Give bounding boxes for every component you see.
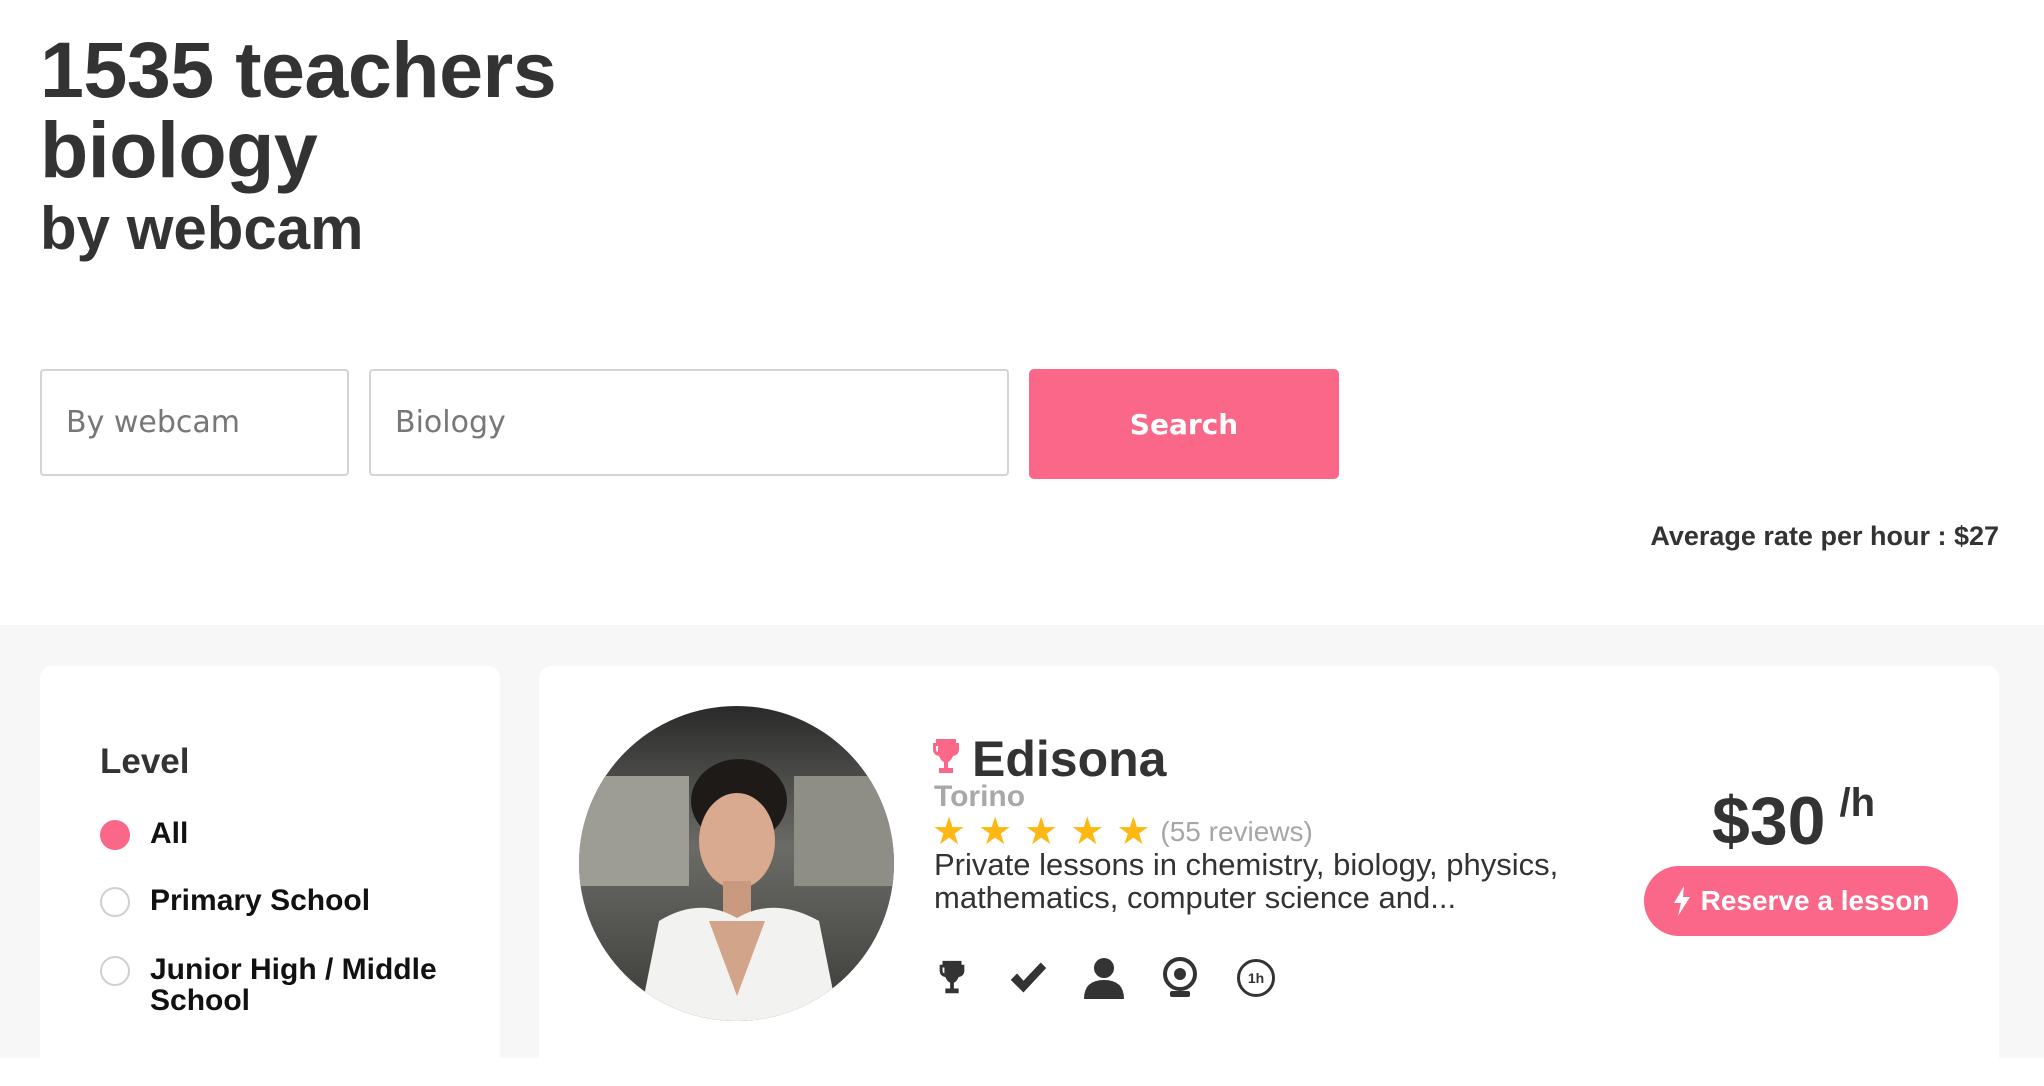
lightning-icon (1673, 886, 1690, 916)
star-icon: ★ (1024, 811, 1059, 853)
level-filter-panel: Level All Primary School Junior High / M… (40, 666, 500, 1086)
teacher-description: Private lessons in chemistry, biology, p… (934, 847, 1559, 915)
price-amount: $30 (1712, 783, 1826, 859)
lesson-mode-value: By webcam (66, 405, 241, 440)
radio-button[interactable] (100, 956, 130, 986)
search-button[interactable]: Search (1029, 369, 1339, 479)
star-icon: ★ (932, 811, 967, 853)
subject-value: Biology (395, 405, 506, 440)
reserve-lesson-button[interactable]: Reserve a lesson (1644, 866, 1958, 936)
level-option-middle-school[interactable]: Junior High / Middle School (100, 954, 450, 1016)
level-option-all[interactable]: All (100, 818, 450, 850)
rating: ★ ★ ★ ★ ★ (55 reviews) (932, 812, 1313, 852)
radio-button[interactable] (100, 820, 130, 850)
teacher-badges: 1h (932, 957, 1312, 999)
title-subject: biology (40, 105, 318, 194)
level-option-label: All (150, 817, 189, 850)
star-icon: ★ (1116, 811, 1151, 853)
trophy-icon (932, 737, 960, 782)
user-icon (1084, 958, 1124, 999)
star-icon: ★ (978, 811, 1013, 853)
radio-button[interactable] (100, 887, 130, 917)
filter-title: Level (100, 742, 190, 781)
level-option-label: Junior High / Middle School (150, 953, 437, 1017)
trophy-icon (932, 958, 972, 998)
one-hour-icon: 1h (1236, 958, 1276, 998)
price-unit: /h (1839, 781, 1876, 825)
teacher-card[interactable]: Edisona Torino ★ ★ ★ ★ ★ (55 reviews) Pr… (539, 666, 1999, 1086)
webcam-icon (1160, 957, 1200, 998)
check-icon (1008, 958, 1048, 998)
title-mode: by webcam (40, 195, 364, 262)
level-option-label: Primary School (150, 884, 371, 917)
teacher-city: Torino (934, 780, 1026, 813)
review-count[interactable]: (55 reviews) (1160, 816, 1312, 848)
lesson-mode-field[interactable]: By webcam (40, 369, 349, 476)
title-count: 1535 teachers (40, 25, 557, 114)
one-hour-label: 1h (1237, 959, 1275, 997)
reserve-lesson-label: Reserve a lesson (1700, 885, 1930, 916)
level-option-primary[interactable]: Primary School (100, 885, 450, 917)
average-rate: Average rate per hour : $27 (1650, 521, 1999, 551)
star-icon: ★ (1070, 811, 1105, 853)
page-title: 1535 teachers biology by webcam (40, 25, 557, 268)
hourly-price: $30/h (1712, 781, 1876, 860)
teacher-avatar[interactable] (579, 706, 894, 1021)
subject-field[interactable]: Biology (369, 369, 1009, 476)
